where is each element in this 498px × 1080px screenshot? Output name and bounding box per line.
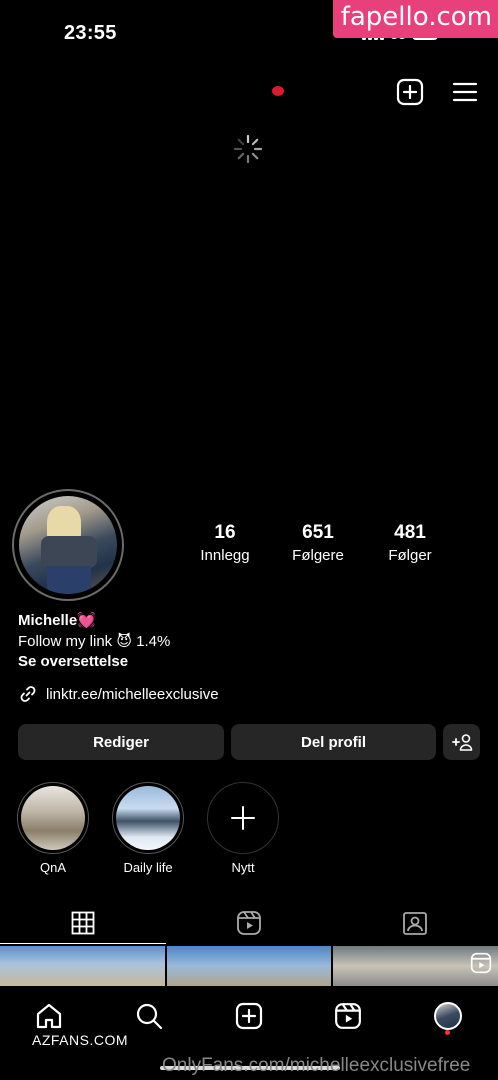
translate-link[interactable]: Se oversettelse: [18, 653, 128, 670]
grid-icon: [71, 911, 95, 935]
highlight-daily-life-circle: [112, 782, 184, 854]
plus-icon: [231, 806, 255, 830]
nav-search[interactable]: [129, 996, 169, 1036]
watermark-onlyfans: OnlyFans.com/michelleexclusivefree: [162, 1055, 471, 1076]
watermark-azfans: AZFANS.COM: [32, 1032, 129, 1048]
grid-post[interactable]: [0, 946, 165, 986]
grid-post[interactable]: [333, 946, 498, 986]
stat-posts[interactable]: 16 Innlegg: [190, 522, 260, 564]
stat-followers-label: Følgere: [292, 547, 344, 564]
search-icon: [136, 1003, 163, 1030]
stat-posts-value: 16: [214, 522, 236, 543]
tab-posts-grid[interactable]: [0, 905, 166, 941]
avatar-image: [19, 496, 117, 594]
nav-home[interactable]: [29, 996, 69, 1036]
share-profile-button[interactable]: Del profil: [231, 724, 436, 760]
stat-following-label: Følger: [388, 547, 432, 564]
profile-bio: Follow my link 😈 1.4%: [18, 633, 171, 650]
hamburger-menu-icon: [452, 82, 478, 102]
reel-badge-icon: [470, 952, 492, 974]
reels-icon: [237, 911, 261, 935]
nav-profile-avatar: [434, 1002, 462, 1030]
stat-followers-value: 651: [302, 522, 334, 543]
watermark-fapello: fapello.com: [332, 0, 498, 38]
profile-link[interactable]: linktr.ee/michelleexclusive: [18, 684, 219, 704]
posts-grid: [0, 946, 498, 986]
highlight-daily-life[interactable]: Daily life: [111, 782, 185, 875]
grid-post[interactable]: [166, 946, 332, 986]
profile-tabs: [0, 905, 498, 944]
home-icon: [36, 1003, 62, 1029]
highlight-new-label: Nytt: [231, 860, 255, 875]
tagged-icon: [403, 912, 427, 935]
tab-tagged[interactable]: [332, 905, 498, 941]
nav-reels[interactable]: [328, 996, 368, 1036]
highlight-daily-life-label: Daily life: [123, 860, 173, 875]
highlight-qna-label: QnA: [39, 860, 66, 875]
create-icon: [235, 1002, 263, 1030]
menu-button[interactable]: [450, 77, 480, 107]
stat-posts-label: Innlegg: [200, 547, 250, 564]
stat-following[interactable]: 481 Følger: [376, 522, 444, 564]
stat-following-value: 481: [394, 522, 426, 543]
plus-square-icon: [396, 78, 424, 106]
status-time: 23:55: [64, 22, 117, 44]
nav-create[interactable]: [229, 996, 269, 1036]
profile-link-text: linktr.ee/michelleexclusive: [46, 685, 219, 703]
notification-dot: [272, 86, 284, 96]
profile-notification-dot: [445, 1030, 450, 1035]
add-person-button[interactable]: [443, 724, 480, 760]
stat-followers[interactable]: 651 Følgere: [280, 522, 356, 564]
tab-reels[interactable]: [166, 905, 332, 941]
loading-spinner-icon: [233, 134, 263, 164]
profile-name: Michelle💓: [18, 612, 96, 629]
highlight-new-circle: [207, 782, 279, 854]
highlight-qna-circle: [17, 782, 89, 854]
profile-avatar[interactable]: [12, 489, 124, 601]
highlight-new[interactable]: Nytt: [206, 782, 280, 875]
tab-active-indicator: [0, 943, 166, 944]
edit-profile-button[interactable]: Rediger: [18, 724, 224, 760]
create-post-button[interactable]: [395, 77, 425, 107]
link-icon: [20, 686, 36, 702]
add-person-icon: [451, 734, 472, 751]
reels-nav-icon: [335, 1003, 361, 1029]
highlight-qna[interactable]: QnA: [16, 782, 90, 875]
